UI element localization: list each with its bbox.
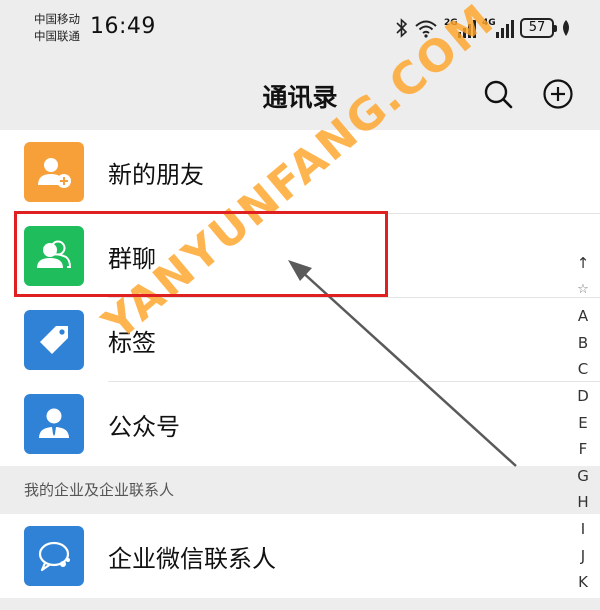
carrier-1: 中国移动: [34, 12, 80, 26]
new-friends-label: 新的朋友: [108, 161, 204, 189]
signal-icon-1: 2G: [444, 18, 476, 38]
wifi-icon: [415, 20, 437, 38]
list-item-new-friends[interactable]: 新的朋友: [0, 130, 600, 214]
signal-icon-2: 4G: [482, 18, 514, 38]
status-bar: 中国移动 中国联通 16:49 2G 4G 57: [0, 0, 600, 56]
carrier-2: 中国联通: [34, 29, 80, 43]
index-item[interactable]: A: [566, 303, 600, 330]
add-friend-icon: [38, 158, 71, 188]
alphabet-index[interactable]: ↑ ☆ A B C D E F G H I J K: [566, 250, 600, 596]
tag-icon: [40, 326, 68, 354]
index-item[interactable]: ↑: [566, 250, 600, 277]
battery-icon: 57: [520, 18, 557, 38]
tags-avatar: [24, 310, 84, 370]
search-icon[interactable]: [482, 78, 514, 110]
official-account-icon: [39, 408, 69, 438]
work-contacts-avatar: [24, 526, 84, 586]
list-item-tags[interactable]: 标签: [0, 298, 600, 382]
index-item[interactable]: E: [566, 410, 600, 437]
list-item-work-contacts[interactable]: 企业微信联系人: [0, 514, 600, 598]
group-chats-avatar: [24, 226, 84, 286]
carrier-info: 中国移动 中国联通: [34, 11, 80, 45]
group-chats-label: 群聊: [108, 245, 156, 273]
bluetooth-icon: [396, 18, 408, 38]
index-item[interactable]: I: [566, 516, 600, 543]
list-item-official-accounts[interactable]: 公众号: [0, 382, 600, 466]
group-icon: [37, 240, 72, 268]
index-item[interactable]: K: [566, 569, 600, 596]
index-item[interactable]: J: [566, 543, 600, 570]
index-item[interactable]: C: [566, 356, 600, 383]
official-accounts-avatar: [24, 394, 84, 454]
work-contacts-label: 企业微信联系人: [108, 545, 276, 573]
add-icon[interactable]: [542, 78, 574, 110]
network-type-1: 2G: [444, 18, 458, 28]
list-item-group-chats[interactable]: 群聊: [0, 214, 600, 298]
contacts-list: 新的朋友 群聊 标签 公众号 我的企业及企业联系人 企业微信联系人: [0, 130, 600, 598]
tags-label: 标签: [108, 329, 156, 357]
index-item[interactable]: F: [566, 436, 600, 463]
section-header-enterprise: 我的企业及企业联系人: [0, 466, 600, 514]
leaf-icon: [563, 20, 569, 36]
index-item[interactable]: D: [566, 383, 600, 410]
status-icons: 2G 4G 57: [396, 16, 572, 40]
chat-bubble-icon: [38, 541, 70, 572]
header-bar: 通讯录: [0, 56, 600, 130]
index-item[interactable]: H: [566, 489, 600, 516]
network-type-2: 4G: [482, 18, 496, 28]
index-item[interactable]: B: [566, 330, 600, 357]
clock: 16:49: [90, 14, 156, 39]
index-item[interactable]: ☆: [566, 277, 600, 304]
new-friends-avatar: [24, 142, 84, 202]
index-item[interactable]: G: [566, 463, 600, 490]
official-accounts-label: 公众号: [108, 413, 180, 441]
